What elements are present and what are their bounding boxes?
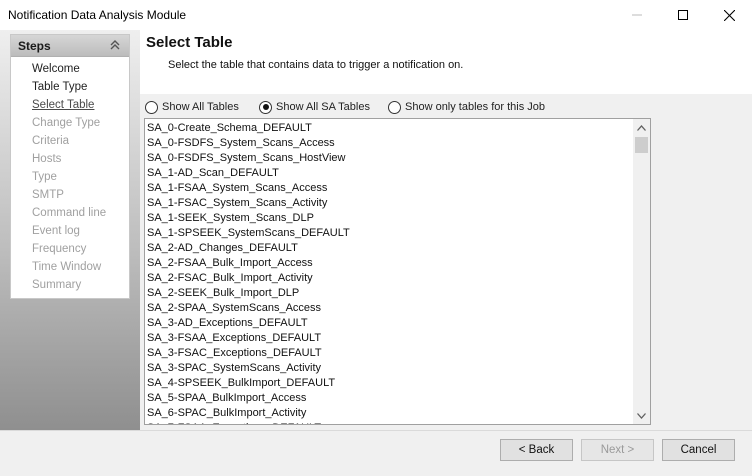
list-item[interactable]: SA_0-Create_Schema_DEFAULT	[147, 121, 631, 136]
scrollbar-thumb[interactable]	[635, 137, 648, 153]
list-item[interactable]: SA_2-FSAC_Bulk_Import_Activity	[147, 271, 631, 286]
collapse-chevron-icon[interactable]	[109, 39, 121, 51]
back-button[interactable]: < Back	[500, 439, 573, 461]
steps-header: Steps	[11, 35, 129, 57]
next-button[interactable]: Next >	[581, 439, 654, 461]
list-item[interactable]: SA_3-FSAA_Exceptions_DEFAULT	[147, 331, 631, 346]
scroll-down-arrow-icon[interactable]	[633, 407, 650, 424]
radio-label: Show only tables for this Job	[405, 101, 546, 113]
step-item: Hosts	[32, 153, 62, 165]
radio-indicator[interactable]	[388, 100, 401, 114]
list-item[interactable]: SA_2-FSAA_Bulk_Import_Access	[147, 256, 631, 271]
list-item[interactable]: SA_3-FSAC_Exceptions_DEFAULT	[147, 346, 631, 361]
list-item[interactable]: SA_1-FSAA_System_Scans_Access	[147, 181, 631, 196]
step-item: SMTP	[32, 189, 64, 201]
page-header: Select Table Select the table that conta…	[140, 30, 752, 94]
radio-indicator[interactable]	[259, 100, 272, 114]
steps-panel: Steps Welcome Table Type Select Table Chang…	[10, 34, 130, 299]
step-item[interactable]: Welcome	[32, 63, 106, 81]
list-item[interactable]: SA_6-SPAC_BulkImport_Activity	[147, 406, 631, 421]
page-subtitle: Select the table that contains data to t…	[168, 59, 464, 71]
step-item[interactable]: Select Table	[32, 99, 106, 117]
step-item: Event log	[32, 225, 80, 237]
cancel-button[interactable]: Cancel	[662, 439, 735, 461]
vertical-scrollbar[interactable]	[633, 119, 650, 424]
window-title: Notification Data Analysis Module	[8, 8, 187, 22]
list-item[interactable]: SA_2-SEEK_Bulk_Import_DLP	[147, 286, 631, 301]
radio-indicator[interactable]	[145, 100, 158, 114]
step-item: Time Window	[32, 261, 102, 273]
radio-show-all-sa-tables[interactable]: Show All SA Tables	[259, 99, 370, 115]
steps-list: Welcome Table Type Select Table Change Type…	[32, 63, 106, 297]
list-item[interactable]: SA_1-FSAC_System_Scans_Activity	[147, 196, 631, 211]
step-item: Type	[32, 171, 57, 183]
steps-header-label: Steps	[18, 39, 51, 53]
step-item: Change Type	[32, 117, 101, 129]
step-item: Frequency	[32, 243, 87, 255]
radio-show-all-tables[interactable]: Show All Tables	[145, 99, 239, 115]
maximize-icon	[678, 10, 688, 20]
list-item[interactable]: SA_1-AD_Scan_DEFAULT	[147, 166, 631, 181]
scroll-up-arrow-icon[interactable]	[633, 119, 650, 136]
step-item[interactable]: Table Type	[32, 81, 106, 99]
list-item[interactable]: SA_7-FSAA_Exceptions_DEFAULT	[147, 421, 631, 424]
main-content: Select Table Select the table that conta…	[140, 30, 752, 430]
list-item[interactable]: SA_3-SPAC_SystemScans_Activity	[147, 361, 631, 376]
step-item: Summary	[32, 279, 82, 291]
title-bar: Notification Data Analysis Module	[0, 0, 752, 30]
radio-show-job-tables[interactable]: Show only tables for this Job	[388, 99, 545, 115]
list-item[interactable]: SA_0-FSDFS_System_Scans_Access	[147, 136, 631, 151]
close-button[interactable]	[706, 0, 752, 30]
list-item[interactable]: SA_5-SPAA_BulkImport_Access	[147, 391, 631, 406]
minimize-icon	[632, 14, 642, 16]
table-filter-radio-group: Show All Tables Show All SA Tables Show …	[145, 99, 745, 115]
list-item[interactable]: SA_0-FSDFS_System_Scans_HostView	[147, 151, 631, 166]
minimize-button[interactable]	[614, 0, 660, 30]
radio-label: Show All SA Tables	[276, 101, 370, 113]
list-item[interactable]: SA_1-SEEK_System_Scans_DLP	[147, 211, 631, 226]
step-item: Criteria	[32, 135, 70, 147]
list-item[interactable]: SA_3-AD_Exceptions_DEFAULT	[147, 316, 631, 331]
list-item[interactable]: SA_2-AD_Changes_DEFAULT	[147, 241, 631, 256]
close-icon	[723, 9, 735, 21]
list-item[interactable]: SA_1-SPSEEK_SystemScans_DEFAULT	[147, 226, 631, 241]
radio-label: Show All Tables	[162, 101, 239, 113]
page-title: Select Table	[146, 34, 233, 51]
table-list: SA_0-Create_Schema_DEFAULT SA_0-FSDFS_Sys…	[147, 121, 631, 424]
step-item: Command line	[32, 207, 107, 219]
wizard-button-bar: < Back Next > Cancel	[0, 430, 752, 476]
maximize-button[interactable]	[660, 0, 706, 30]
list-item[interactable]: SA_2-SPAA_SystemScans_Access	[147, 301, 631, 316]
list-item[interactable]: SA_4-SPSEEK_BulkImport_DEFAULT	[147, 376, 631, 391]
table-listbox[interactable]: SA_0-Create_Schema_DEFAULT SA_0-FSDFS_Sys…	[144, 118, 651, 425]
